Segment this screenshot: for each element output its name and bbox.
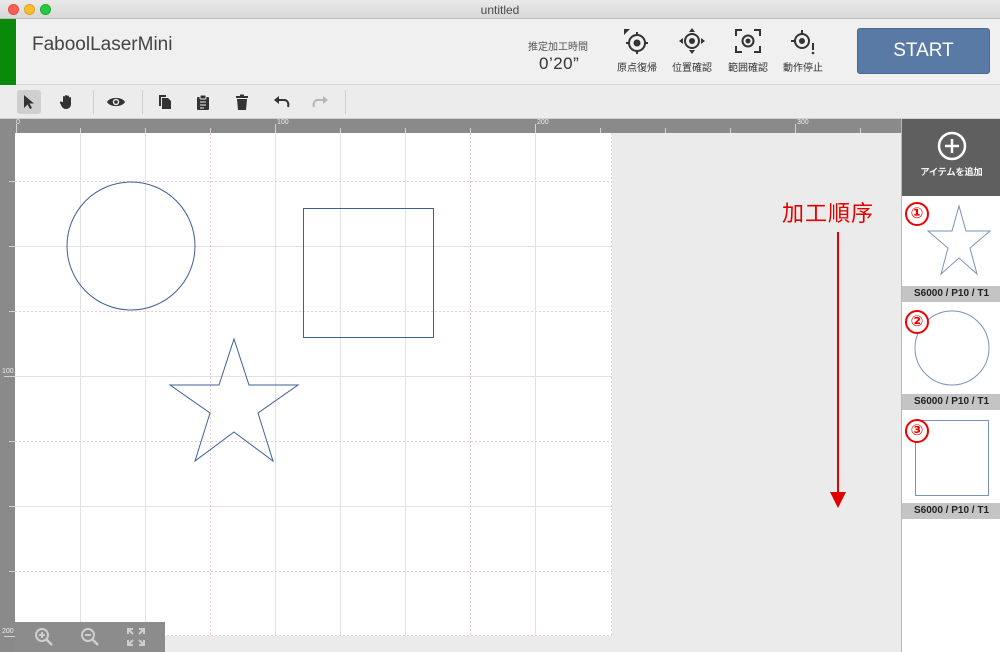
zoom-out-button[interactable] xyxy=(79,627,101,647)
fit-to-screen-button[interactable] xyxy=(125,627,147,647)
position-check-button[interactable]: 位置確認 xyxy=(666,27,718,74)
window-title: untitled xyxy=(480,3,520,17)
canvas-circle-shape[interactable] xyxy=(66,181,196,311)
start-button[interactable]: START xyxy=(857,28,990,74)
add-circle-icon xyxy=(937,131,966,161)
item-order-number: ① xyxy=(905,202,929,226)
redo-button[interactable] xyxy=(308,90,332,114)
toolbar-separator xyxy=(142,90,143,114)
horizontal-ruler-ticks xyxy=(16,124,861,133)
item-list-panel: アイテムを追加 ① S6000 / P10 / T1 ② S6000 / P10… xyxy=(901,119,1000,652)
ruler-label-200: 200 xyxy=(537,119,549,126)
edit-toolbar xyxy=(0,86,1000,119)
select-tool-button[interactable] xyxy=(17,90,41,114)
preview-button[interactable] xyxy=(104,90,128,114)
paste-button[interactable] xyxy=(191,90,215,114)
copy-button[interactable] xyxy=(153,90,177,114)
stop-motion-button[interactable]: 動作停止 xyxy=(777,27,829,74)
delete-trash-icon xyxy=(236,94,248,110)
fit-screen-icon xyxy=(127,628,145,646)
delete-button[interactable] xyxy=(230,90,254,114)
toolbar-separator xyxy=(345,90,346,114)
range-check-icon xyxy=(735,29,761,53)
vertical-ruler: 100 200 xyxy=(0,133,15,652)
canvas-shapes xyxy=(66,181,434,463)
position-check-icon xyxy=(679,28,705,54)
app-name: FaboolLaserMini xyxy=(32,34,173,55)
item-order-number: ② xyxy=(905,310,929,334)
range-check-label: 範囲確認 xyxy=(728,63,768,74)
estimated-time-value: 0’20” xyxy=(539,54,580,73)
add-item-button[interactable]: アイテムを追加 xyxy=(902,119,1000,196)
zoom-controls xyxy=(15,622,165,652)
app-header: FaboolLaserMini 推定加工時間 0’20” 原点復帰 位置確認 範… xyxy=(0,19,1000,85)
canvas-star-shape[interactable] xyxy=(168,337,300,463)
down-arrow-icon xyxy=(830,232,846,508)
toolbar-separator xyxy=(93,90,94,114)
zoom-in-button[interactable] xyxy=(33,627,55,647)
item-params: S6000 / P10 / T1 xyxy=(902,503,1000,519)
processing-order-annotation: 加工順序 xyxy=(782,201,875,226)
preview-eye-icon xyxy=(107,97,125,107)
item-params: S6000 / P10 / T1 xyxy=(902,394,1000,410)
process-item-1[interactable]: ① S6000 / P10 / T1 xyxy=(902,198,1000,306)
select-arrow-icon xyxy=(24,95,34,109)
stop-motion-label: 動作停止 xyxy=(783,63,823,74)
undo-icon xyxy=(274,96,290,108)
pan-hand-icon xyxy=(59,95,71,109)
process-item-3[interactable]: ③ S6000 / P10 / T1 xyxy=(902,415,1000,523)
ruler-label-300: 300 xyxy=(797,119,809,126)
home-origin-button[interactable]: 原点復帰 xyxy=(611,27,663,74)
ruler-label-100: 100 xyxy=(277,119,289,126)
canvas-square-shape[interactable] xyxy=(303,208,434,338)
ruler-label-left-100: 100 xyxy=(2,368,14,375)
pan-tool-button[interactable] xyxy=(55,90,79,114)
add-item-label: アイテムを追加 xyxy=(920,167,983,177)
redo-icon xyxy=(312,96,328,108)
ruler-label-left-200: 200 xyxy=(2,628,14,635)
process-item-2[interactable]: ② S6000 / P10 / T1 xyxy=(902,306,1000,414)
horizontal-ruler: 0 100 200 300 xyxy=(0,119,901,133)
vertical-ruler-ticks xyxy=(4,181,15,637)
paste-icon xyxy=(197,94,209,110)
home-origin-icon xyxy=(624,29,648,54)
zoom-out-icon xyxy=(81,628,99,646)
item-order-number: ③ xyxy=(905,419,929,443)
estimated-time-label: 推定加工時間 xyxy=(528,42,588,53)
design-canvas[interactable] xyxy=(15,133,901,652)
window-titlebar: untitled xyxy=(0,0,1000,19)
zoom-in-icon xyxy=(35,628,53,646)
home-origin-label: 原点復帰 xyxy=(617,63,657,74)
connection-status-bar xyxy=(0,19,16,85)
stop-motion-icon xyxy=(791,30,815,55)
ruler-label-0: 0 xyxy=(16,119,20,126)
undo-button[interactable] xyxy=(270,90,294,114)
item-params: S6000 / P10 / T1 xyxy=(902,286,1000,302)
position-check-label: 位置確認 xyxy=(672,63,712,74)
copy-icon xyxy=(159,95,171,109)
range-check-button[interactable]: 範囲確認 xyxy=(722,27,774,74)
